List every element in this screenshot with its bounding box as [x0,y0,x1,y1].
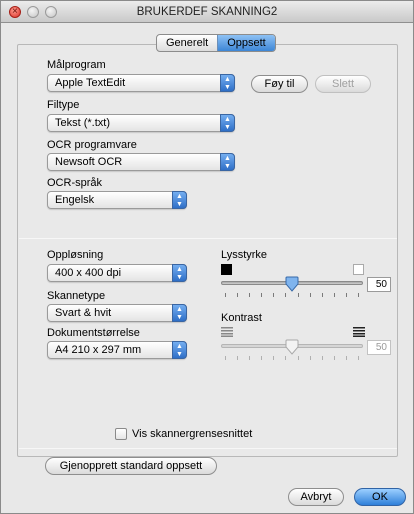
slider-tick [273,293,274,297]
slider-tick [322,293,323,297]
window-title: BRUKERDEF SKANNING2 [136,6,278,18]
ocr-software-label: OCR programvare [47,139,137,151]
slider-tick [358,356,359,360]
slider-tick [322,356,323,360]
scan-type-popup[interactable]: Svart & hvit ▲ ▼ [47,304,187,322]
updown-arrow-icon: ▲ ▼ [172,191,187,209]
title-bar[interactable]: × BRUKERDEF SKANNING2 [1,1,413,23]
slider-tick [273,356,274,360]
contrast-label: Kontrast [221,312,262,324]
slider-tick [334,356,335,360]
slider-tick [261,293,262,297]
slider-tick [237,293,238,297]
resolution-popup[interactable]: 400 x 400 dpi ▲ ▼ [47,264,187,282]
tab-bar: Generelt Oppsett [156,34,276,52]
target-app-value: Apple TextEdit [55,77,126,89]
updown-arrow-icon: ▲ ▼ [220,153,235,171]
slider-tick [249,356,250,360]
separator [19,238,397,239]
slider-tick [285,356,286,360]
brightness-value[interactable]: 50 [367,277,391,292]
target-app-popup[interactable]: Apple TextEdit ▲ ▼ [47,74,235,92]
slider-tick [285,293,286,297]
slider-tick [298,356,299,360]
ocr-language-value: Engelsk [55,194,95,206]
contrast-ticks [225,356,359,361]
brightness-label: Lysstyrke [221,249,268,261]
ocr-software-value: Newsoft OCR [55,156,123,168]
scan-type-value: Svart & hvit [55,307,112,319]
updown-arrow-icon: ▲ ▼ [172,304,187,322]
low-contrast-icon [221,327,233,337]
dark-square-icon [221,264,232,275]
slider-tick [346,293,347,297]
contrast-value[interactable]: 50 [367,340,391,355]
show-interface-checkbox[interactable] [115,428,127,440]
doc-size-popup[interactable]: A4 210 x 297 mm ▲ ▼ [47,341,187,359]
updown-arrow-icon: ▲ ▼ [220,74,235,92]
scan-type-label: Skannetype [47,290,106,302]
light-square-icon [353,264,364,275]
slider-tick [310,356,311,360]
slider-tick [346,356,347,360]
tab-general[interactable]: Generelt [157,35,217,51]
slider-tick [310,293,311,297]
slider-tick [298,293,299,297]
contrast-slider-thumb[interactable] [285,339,299,355]
ocr-language-popup[interactable]: Engelsk ▲ ▼ [47,191,187,209]
updown-arrow-icon: ▲ ▼ [172,264,187,282]
slider-tick [237,356,238,360]
doc-size-label: Dokumentstørrelse [47,327,140,339]
show-interface-label: Vis skannergrensesnittet [132,428,253,440]
updown-arrow-icon: ▲ ▼ [172,341,187,359]
ocr-software-popup[interactable]: Newsoft OCR ▲ ▼ [47,153,235,171]
slider-tick [225,293,226,297]
slider-tick [358,293,359,297]
brightness-slider-thumb[interactable] [285,276,299,292]
slider-tick [261,356,262,360]
slider-tick [249,293,250,297]
brightness-ticks [225,293,359,298]
separator [19,448,397,449]
target-app-label: Målprogram [47,59,106,71]
high-contrast-icon [353,327,365,337]
ocr-language-label: OCR-språk [47,177,103,189]
scan-settings-window: × BRUKERDEF SKANNING2 Generelt Oppsett M… [0,0,414,514]
ok-button[interactable]: OK [354,488,406,506]
restore-defaults-button[interactable]: Gjenopprett standard oppsett [45,457,217,475]
file-type-value: Tekst (*.txt) [55,117,111,129]
resolution-label: Oppløsning [47,249,104,261]
add-app-button[interactable]: Føy til [251,75,308,93]
tab-settings[interactable]: Oppsett [217,35,275,51]
slider-tick [225,356,226,360]
cancel-button[interactable]: Avbryt [288,488,344,506]
file-type-label: Filtype [47,99,80,111]
doc-size-value: A4 210 x 297 mm [55,344,142,356]
updown-arrow-icon: ▲ ▼ [220,114,235,132]
delete-app-button[interactable]: Slett [315,75,371,93]
slider-tick [334,293,335,297]
file-type-popup[interactable]: Tekst (*.txt) ▲ ▼ [47,114,235,132]
resolution-value: 400 x 400 dpi [55,267,122,279]
